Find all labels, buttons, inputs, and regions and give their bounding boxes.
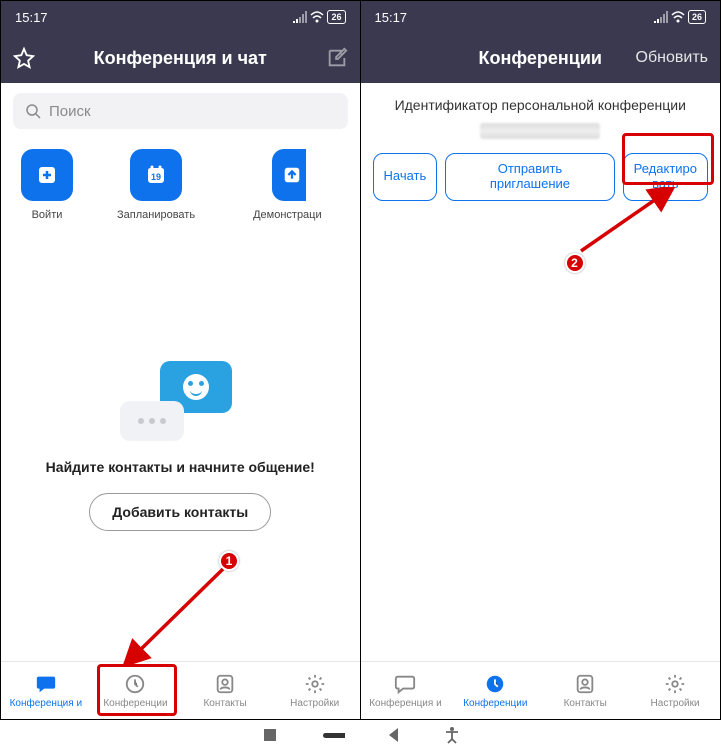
battery-icon: 26 <box>688 10 706 24</box>
nav-meetings[interactable]: Конференции <box>450 662 540 719</box>
nav-meetings[interactable]: Конференции <box>91 662 181 719</box>
chat-bubble-icon <box>394 673 416 695</box>
action-share[interactable]: Демонстраци <box>239 149 322 221</box>
svg-text:19: 19 <box>151 172 161 182</box>
edit-button[interactable]: Редактиро вать <box>623 153 708 201</box>
status-bar: 15:17 26 <box>361 1 721 33</box>
contacts-icon <box>214 673 236 695</box>
home-key[interactable] <box>319 726 345 744</box>
header: Конференции Обновить <box>361 33 721 83</box>
status-bar: 15:17 26 <box>1 1 360 33</box>
nav-chat[interactable]: Конференция и <box>361 662 451 719</box>
plus-icon <box>36 164 58 186</box>
arrow-up-icon <box>282 165 302 185</box>
content-area: Поиск Войти 19 Запланировать Демонстраци… <box>1 83 360 661</box>
calendar-icon: 19 <box>145 164 167 186</box>
bottom-nav: Конференция и Конференции Контакты Настр… <box>361 661 721 719</box>
status-time: 15:17 <box>15 10 48 25</box>
nav-settings[interactable]: Настройки <box>630 662 720 719</box>
android-softkeys <box>0 720 721 750</box>
star-icon[interactable] <box>13 47 35 69</box>
header: Конференция и чат <box>1 33 360 83</box>
compose-icon[interactable] <box>326 47 348 69</box>
contacts-icon <box>574 673 596 695</box>
accessibility-key[interactable] <box>443 726 461 744</box>
nav-contacts[interactable]: Контакты <box>180 662 270 719</box>
header-title: Конференция и чат <box>94 48 267 69</box>
wifi-icon <box>671 11 685 23</box>
chat-bubble-icon <box>35 673 57 695</box>
header-title: Конференции <box>479 48 602 69</box>
chat-illustration <box>120 361 240 441</box>
action-join[interactable]: Войти <box>21 149 73 221</box>
search-placeholder: Поиск <box>49 103 91 120</box>
start-button[interactable]: Начать <box>373 153 438 201</box>
clock-icon <box>124 673 146 695</box>
battery-icon: 26 <box>327 10 345 24</box>
signal-icon <box>654 11 668 23</box>
pmi-label: Идентификатор персональной конференции <box>361 83 721 119</box>
signal-icon <box>293 11 307 23</box>
marker-2: 2 <box>565 253 585 273</box>
refresh-button[interactable]: Обновить <box>636 49 708 67</box>
empty-state: Найдите контакты и начните общение! Доба… <box>1 231 360 661</box>
nav-contacts[interactable]: Контакты <box>540 662 630 719</box>
search-input[interactable]: Поиск <box>13 93 348 129</box>
empty-text: Найдите контакты и начните общение! <box>46 459 315 475</box>
pmi-value-hidden <box>480 123 600 139</box>
search-icon <box>25 103 41 119</box>
clock-icon <box>484 673 506 695</box>
back-key[interactable] <box>385 726 403 744</box>
status-time: 15:17 <box>375 10 408 25</box>
action-buttons-row: Начать Отправить приглашение Редактиро в… <box>361 153 721 201</box>
add-contacts-button[interactable]: Добавить контакты <box>89 493 271 531</box>
content-area: Идентификатор персональной конференции Н… <box>361 83 721 661</box>
nav-chat[interactable]: Конференция и <box>1 662 91 719</box>
action-schedule[interactable]: 19 Запланировать <box>117 149 195 221</box>
gear-icon <box>304 673 326 695</box>
wifi-icon <box>310 11 324 23</box>
recent-apps-key[interactable] <box>261 726 279 744</box>
nav-settings[interactable]: Настройки <box>270 662 360 719</box>
send-invite-button[interactable]: Отправить приглашение <box>445 153 614 201</box>
screen-right: 15:17 26 Конференции Обновить Идентифика… <box>361 1 721 719</box>
actions-row: Войти 19 Запланировать Демонстраци <box>1 139 360 231</box>
screen-left: 15:17 26 Конференция и чат Поиск Войти 1… <box>1 1 361 719</box>
bottom-nav: Конференция и Конференции Контакты Настр… <box>1 661 360 719</box>
gear-icon <box>664 673 686 695</box>
